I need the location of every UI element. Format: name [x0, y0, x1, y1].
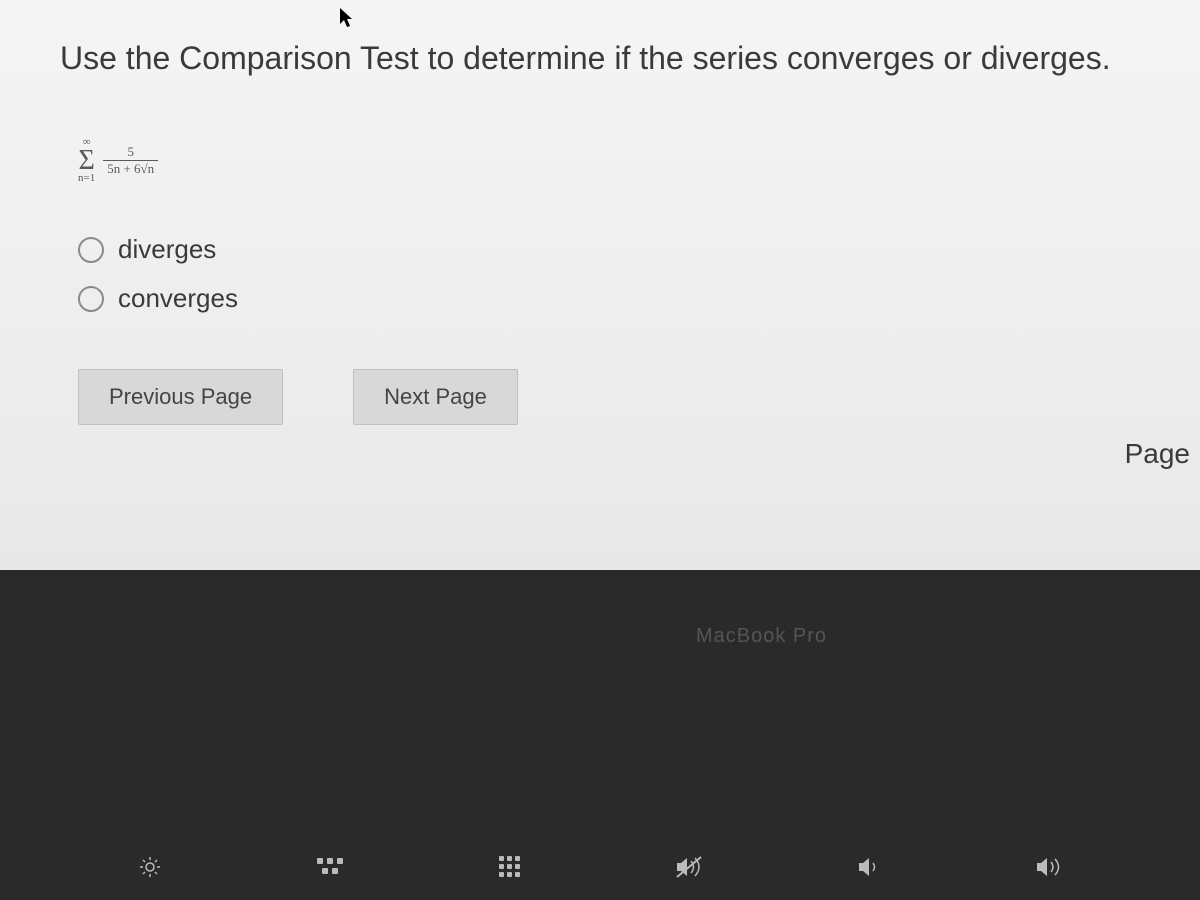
fraction-numerator: 5 [123, 144, 138, 160]
media-key-row [0, 852, 1200, 882]
laptop-bezel: MacBook Pro [0, 570, 1200, 900]
radio-label: converges [118, 283, 238, 314]
launchpad-icon [485, 852, 535, 882]
previous-page-button[interactable]: Previous Page [78, 369, 283, 425]
sigma-symbol: Σ [78, 148, 94, 173]
fraction-denominator: 5n + 6√n [103, 160, 158, 177]
answer-options: diverges converges [78, 234, 1150, 314]
series-formula: ∞ Σ n=1 5 5n + 6√n [78, 137, 1150, 184]
device-label: MacBook Pro [696, 625, 827, 648]
mute-icon [665, 852, 715, 882]
fraction: 5 5n + 6√n [103, 144, 158, 177]
volume-up-icon [1025, 852, 1075, 882]
cursor-icon [340, 8, 356, 30]
page-indicator: Page [1125, 438, 1190, 470]
radio-option-converges[interactable]: converges [78, 283, 1150, 314]
next-page-button[interactable]: Next Page [353, 369, 518, 425]
navigation-row: Previous Page Next Page [78, 369, 1150, 425]
radio-circle-icon [78, 286, 104, 312]
sigma-notation: ∞ Σ n=1 [78, 137, 95, 184]
radio-label: diverges [118, 234, 216, 265]
volume-down-icon [845, 852, 895, 882]
quiz-panel: Use the Comparison Test to determine if … [0, 0, 1200, 570]
radio-circle-icon [78, 237, 104, 263]
mission-control-icon [305, 852, 355, 882]
sigma-lower-bound: n=1 [78, 173, 95, 184]
question-prompt: Use the Comparison Test to determine if … [60, 40, 1150, 77]
brightness-up-icon [125, 852, 175, 882]
radio-option-diverges[interactable]: diverges [78, 234, 1150, 265]
